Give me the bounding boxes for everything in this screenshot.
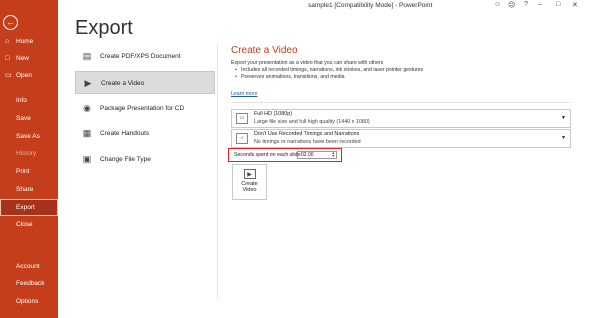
sidebar-item-label: Share: [16, 186, 34, 193]
chevron-down-icon: ▼: [561, 115, 566, 121]
sidebar-item-account[interactable]: Account: [0, 259, 58, 275]
sidebar-item-label: Open: [16, 72, 32, 79]
sidebar-item-open[interactable]: ▭ Open: [0, 68, 58, 84]
sidebar-item-new[interactable]: □ New: [0, 51, 58, 67]
sidebar-item-label: New: [16, 55, 30, 62]
create-video-label-2: Video: [242, 187, 257, 193]
frown-icon[interactable]: ☹: [508, 1, 515, 9]
export-option-label: Create PDF/XPS Document: [100, 53, 181, 60]
export-option-label: Package Presentation for CD: [100, 105, 185, 112]
video-intro: Export your presentation as a video that…: [231, 60, 384, 66]
export-option-change-file-type[interactable]: ▣ Change File Type: [75, 148, 215, 171]
sidebar-item-feedback[interactable]: Feedback: [0, 276, 58, 292]
list-item: Includes all recorded timings, narration…: [235, 67, 423, 74]
sidebar-item-label: Print: [16, 168, 30, 175]
sidebar-item-print[interactable]: Print: [0, 164, 58, 180]
create-video-icon: ▶: [243, 169, 256, 179]
bullet-list: Includes all recorded timings, narration…: [231, 67, 423, 81]
sidebar-item-label: Options: [16, 298, 39, 305]
close-icon[interactable]: ✕: [572, 1, 578, 9]
smiley-icon[interactable]: ☺: [494, 1, 501, 8]
list-item: Preserves animations, transitions, and m…: [235, 74, 423, 81]
create-video-button[interactable]: ▶ Create Video: [232, 164, 267, 200]
monitor-icon: ▭: [236, 113, 248, 124]
sidebar-item-label: Account: [16, 263, 40, 270]
quality-dropdown[interactable]: ▭ Full HD (1080p) Large file size and fu…: [231, 109, 571, 128]
minimize-icon[interactable]: –: [538, 1, 542, 8]
seconds-value: 02.00: [301, 152, 314, 158]
sidebar-item-label: Save: [16, 115, 31, 122]
backstage-sidebar: ← ⌂ Home □ New ▭ Open Info Save Save As …: [0, 0, 58, 318]
timings-dropdown[interactable]: ♪ Don't Use Recorded Timings and Narrati…: [231, 129, 571, 148]
restore-icon[interactable]: □: [556, 1, 560, 8]
sidebar-item-save[interactable]: Save: [0, 111, 58, 127]
sidebar-item-close[interactable]: Close: [0, 217, 58, 233]
sidebar-item-options[interactable]: Options: [0, 294, 58, 310]
export-option-package-cd[interactable]: ◉ Package Presentation for CD: [75, 97, 215, 120]
section-divider: [231, 102, 571, 103]
cd-icon: ◉: [83, 103, 91, 113]
learn-more-link[interactable]: Learn more: [231, 91, 258, 97]
export-option-label: Create a Video: [101, 80, 145, 87]
export-option-handouts[interactable]: ▦ Create Handouts: [75, 122, 215, 145]
video-description: Export your presentation as a video that…: [231, 60, 423, 81]
section-title: Create a Video: [231, 45, 298, 56]
sidebar-item-history: History: [0, 146, 58, 162]
export-option-label: Change File Type: [100, 156, 151, 163]
file-type-icon: ▣: [82, 154, 92, 164]
sidebar-item-label: Save As: [16, 133, 40, 140]
folder-icon: ▭: [5, 72, 12, 79]
narration-icon: ♪: [236, 133, 248, 144]
sidebar-item-label: Info: [16, 97, 27, 104]
quality-description: Large file size and full high quality (1…: [254, 119, 370, 125]
window-title: sample1 [Compatibility Mode] - PowerPoin…: [308, 2, 433, 9]
chevron-down-icon: ▼: [561, 135, 566, 141]
new-file-icon: □: [5, 55, 10, 62]
sidebar-item-info[interactable]: Info: [0, 93, 58, 109]
title-bar-blank: [458, 0, 548, 11]
sidebar-item-share[interactable]: Share: [0, 182, 58, 198]
seconds-spinner-input[interactable]: 02.00 ▲ ▼: [297, 151, 337, 159]
home-icon: ⌂: [5, 38, 10, 45]
sidebar-item-label: History: [16, 150, 37, 157]
sidebar-item-label: Home: [16, 38, 34, 45]
quality-selected: Full HD (1080p): [254, 111, 293, 117]
sidebar-item-save-as[interactable]: Save As: [0, 129, 58, 145]
timings-description: No timings or narrations have been recor…: [254, 139, 361, 145]
export-option-video[interactable]: ▶ Create a Video: [75, 71, 215, 94]
seconds-highlight-box: Seconds spent on each slide: 02.00 ▲ ▼: [228, 148, 342, 162]
export-option-label: Create Handouts: [100, 130, 150, 137]
seconds-label: Seconds spent on each slide:: [234, 152, 302, 158]
sidebar-item-export[interactable]: Export: [0, 199, 58, 216]
page-title: Export: [75, 17, 133, 39]
export-option-pdf[interactable]: ▤ Create PDF/XPS Document: [75, 45, 215, 68]
sidebar-item-label: Close: [16, 221, 33, 228]
sidebar-item-home[interactable]: ⌂ Home: [0, 34, 58, 50]
title-bar: sample1 [Compatibility Mode] - PowerPoin…: [58, 0, 600, 12]
timings-selected: Don't Use Recorded Timings and Narration…: [254, 131, 360, 137]
sidebar-item-label: Export: [16, 204, 35, 211]
handouts-icon: ▦: [82, 128, 92, 138]
pdf-icon: ▤: [82, 51, 92, 61]
back-arrow-icon[interactable]: ←: [3, 15, 18, 30]
video-icon: ▶: [84, 78, 92, 88]
panel-divider: [217, 44, 218, 299]
sidebar-item-label: Feedback: [16, 280, 45, 287]
help-icon[interactable]: ?: [524, 1, 528, 8]
spinner-arrows-icon[interactable]: ▲ ▼: [332, 151, 335, 158]
